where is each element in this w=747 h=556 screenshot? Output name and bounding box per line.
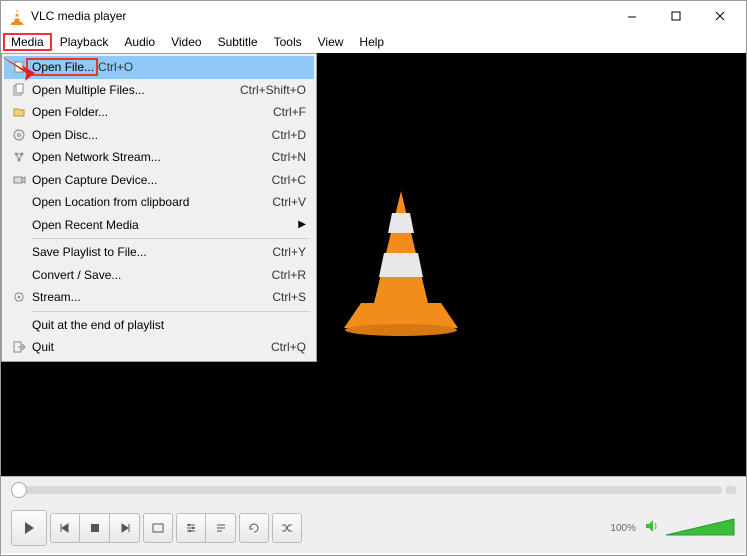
menu-item-label: Stream...: [30, 290, 272, 304]
quit-icon: [8, 340, 30, 354]
menu-item-save-playlist[interactable]: Save Playlist to File... Ctrl+Y: [4, 241, 314, 264]
menu-item-label: Open Multiple Files...: [30, 83, 240, 97]
menu-item-shortcut: Ctrl+Q: [271, 340, 306, 354]
menu-item-open-file[interactable]: Open File... Ctrl+O: [4, 56, 314, 79]
menu-item-label: Open Location from clipboard: [30, 195, 272, 209]
annotation-arrow-icon: [0, 51, 39, 90]
menu-item-quit-end-playlist[interactable]: Quit at the end of playlist: [4, 314, 314, 337]
extended-settings-button[interactable]: [176, 513, 206, 543]
previous-button[interactable]: [50, 513, 80, 543]
menu-item-shortcut: Ctrl+Shift+O: [240, 83, 306, 97]
menu-item-label: Quit at the end of playlist: [30, 318, 306, 332]
menu-item-open-folder[interactable]: Open Folder... Ctrl+F: [4, 101, 314, 124]
menu-item-shortcut: Ctrl+N: [272, 150, 306, 164]
submenu-arrow-icon: ▶: [298, 219, 306, 230]
stop-button[interactable]: [80, 513, 110, 543]
menu-item-open-recent-media[interactable]: Open Recent Media ▶: [4, 214, 314, 237]
window-title: VLC media player: [31, 9, 610, 23]
menu-item-open-multiple-files[interactable]: Open Multiple Files... Ctrl+Shift+O: [4, 79, 314, 102]
menu-item-label: Open Folder...: [30, 105, 273, 119]
menu-item-label: Open Disc...: [30, 128, 272, 142]
menu-video[interactable]: Video: [163, 33, 209, 51]
folder-icon: [8, 105, 30, 119]
menu-item-shortcut: Ctrl+C: [272, 173, 306, 187]
seek-knob[interactable]: [11, 482, 27, 498]
menu-subtitle[interactable]: Subtitle: [210, 33, 266, 51]
next-button[interactable]: [110, 513, 140, 543]
menu-item-shortcut: Ctrl+D: [272, 128, 306, 142]
minimize-button[interactable]: [610, 1, 654, 31]
menu-media[interactable]: Media: [3, 33, 52, 51]
menu-tools[interactable]: Tools: [266, 33, 310, 51]
volume-slider[interactable]: [664, 517, 736, 539]
media-dropdown: Open File... Ctrl+O Open Multiple Files.…: [1, 53, 317, 362]
menu-item-shortcut: Ctrl+F: [273, 105, 306, 119]
shuffle-button[interactable]: [272, 513, 302, 543]
disc-icon: [8, 128, 30, 142]
menubar: Media Playback Audio Video Subtitle Tool…: [1, 31, 746, 53]
menu-item-shortcut: Ctrl+V: [272, 195, 306, 209]
menu-view[interactable]: View: [310, 33, 352, 51]
menu-item-shortcut: Ctrl+Y: [272, 245, 306, 259]
network-icon: [8, 150, 30, 164]
menu-item-label: Quit: [30, 340, 271, 354]
menu-item-convert-save[interactable]: Convert / Save... Ctrl+R: [4, 264, 314, 287]
menu-item-open-disc[interactable]: Open Disc... Ctrl+D: [4, 124, 314, 147]
menu-item-label: Open Capture Device...: [30, 173, 272, 187]
menu-separator: [32, 238, 310, 239]
menu-item-label: Open File...: [30, 60, 94, 74]
menu-item-label: Convert / Save...: [30, 268, 272, 282]
menu-item-open-network-stream[interactable]: Open Network Stream... Ctrl+N: [4, 146, 314, 169]
menu-item-shortcut: Ctrl+S: [272, 290, 306, 304]
menu-separator: [32, 311, 310, 312]
seek-track[interactable]: [11, 486, 722, 494]
vlc-cone-icon: [9, 8, 25, 24]
vlc-cone-logo: [336, 183, 466, 348]
speaker-icon[interactable]: [643, 517, 661, 540]
menu-item-open-location-clipboard[interactable]: Open Location from clipboard Ctrl+V: [4, 191, 314, 214]
close-button[interactable]: [698, 1, 742, 31]
stream-icon: [8, 290, 30, 304]
fullscreen-button[interactable]: [143, 513, 173, 543]
menu-item-quit[interactable]: Quit Ctrl+Q: [4, 336, 314, 359]
menu-help[interactable]: Help: [351, 33, 392, 51]
menu-item-label: Open Recent Media: [30, 218, 298, 232]
play-button[interactable]: [11, 510, 47, 546]
loop-button[interactable]: [239, 513, 269, 543]
playlist-button[interactable]: [206, 513, 236, 543]
menu-item-open-capture-device[interactable]: Open Capture Device... Ctrl+C: [4, 169, 314, 192]
controls-bar: 100%: [1, 503, 746, 553]
volume-percent-label: 100%: [610, 523, 636, 534]
seek-end-marker: [726, 486, 736, 494]
menu-item-label: Save Playlist to File...: [30, 245, 272, 259]
menu-item-shortcut: Ctrl+O: [98, 60, 133, 74]
menu-playback[interactable]: Playback: [52, 33, 117, 51]
menu-item-shortcut: Ctrl+R: [272, 268, 306, 282]
seekbar: [1, 477, 746, 503]
menu-item-label: Open Network Stream...: [30, 150, 272, 164]
capture-icon: [8, 173, 30, 187]
menu-audio[interactable]: Audio: [116, 33, 163, 51]
menu-item-stream[interactable]: Stream... Ctrl+S: [4, 286, 314, 309]
maximize-button[interactable]: [654, 1, 698, 31]
titlebar: VLC media player: [1, 1, 746, 31]
